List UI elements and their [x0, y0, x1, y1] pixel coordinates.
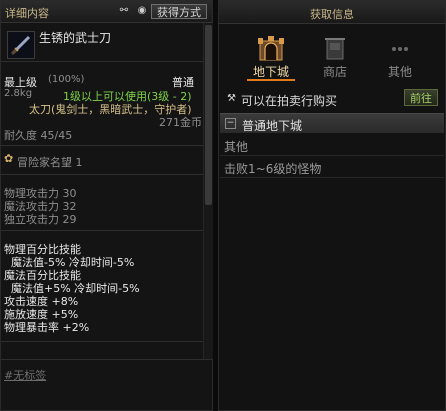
detail-scrollbar[interactable]: [203, 23, 213, 359]
app-root: 详细内容 ⚯ ◉ 获得方式 生锈的武士刀 最上级 (100%) 普通 2.8kg…: [0, 0, 446, 411]
auction-text: 可以在拍卖行购买: [241, 94, 338, 108]
goto-button[interactable]: 前往: [404, 89, 438, 106]
acquisition-title: 获取信息: [310, 8, 354, 21]
acquisition-header: 获取信息: [219, 1, 445, 24]
skill-line: 物理暴击率 +2%: [4, 321, 90, 334]
link-icon[interactable]: ⚯: [117, 5, 131, 17]
divider: [1, 61, 203, 62]
item-price: 271金币: [159, 116, 202, 129]
stat-independent-attack: 独立攻击力 29: [4, 213, 77, 226]
dungeon-section-label: 普通地下城: [242, 119, 303, 133]
source-text: 其他: [224, 140, 249, 154]
get-method-button[interactable]: 获得方式: [151, 4, 207, 19]
tab-label: 其他: [387, 65, 412, 79]
shop-icon: [321, 35, 349, 61]
divider: [1, 145, 203, 146]
item-name: 生锈的武士刀: [39, 31, 112, 45]
tab-label: 商店: [322, 65, 347, 79]
detail-header: 详细内容 ⚯ ◉ 获得方式: [1, 1, 212, 23]
divider: [1, 230, 203, 231]
more-dots-icon: [386, 35, 414, 61]
item-detail-panel: 详细内容 ⚯ ◉ 获得方式 生锈的武士刀 最上级 (100%) 普通 2.8kg…: [0, 0, 213, 411]
item-renown: 冒险家名望 1: [17, 156, 83, 169]
hammer-icon: ⚒: [227, 93, 236, 104]
item-durability: 耐久度 45/45: [4, 129, 73, 142]
dungeon-gate-icon: [257, 35, 285, 61]
tab-shop[interactable]: 商店: [307, 31, 363, 83]
detail-title: 详细内容: [5, 7, 49, 20]
list-item: 击败1~6级的怪物: [220, 156, 444, 178]
collapse-icon[interactable]: −: [225, 118, 236, 129]
active-tab-indicator: [247, 79, 295, 81]
eye-icon[interactable]: ◉: [135, 5, 149, 17]
item-weight: 2.8kg: [4, 88, 33, 99]
tab-label: 地下城: [252, 65, 289, 79]
item-grade-percent: (100%): [48, 74, 85, 85]
divider: [1, 359, 212, 360]
divider: [1, 174, 203, 175]
tab-other[interactable]: 其他: [372, 31, 428, 83]
divider: [1, 341, 203, 342]
tag-link[interactable]: #无标签: [4, 367, 46, 383]
scroll-thumb[interactable]: [205, 25, 212, 205]
renown-icon: ✿: [4, 152, 14, 165]
tab-dungeon[interactable]: 地下城: [243, 31, 299, 83]
item-sword-icon: [7, 31, 35, 59]
dungeon-section-header[interactable]: − 普通地下城: [220, 113, 444, 133]
acquisition-panel: 获取信息 地下城 商店 其他 ⚒ 可以在拍卖行购买 前往 − 普通地下城 其他 …: [218, 0, 446, 411]
source-text: 击败1~6级的怪物: [224, 162, 322, 176]
list-item: 其他: [220, 134, 444, 156]
